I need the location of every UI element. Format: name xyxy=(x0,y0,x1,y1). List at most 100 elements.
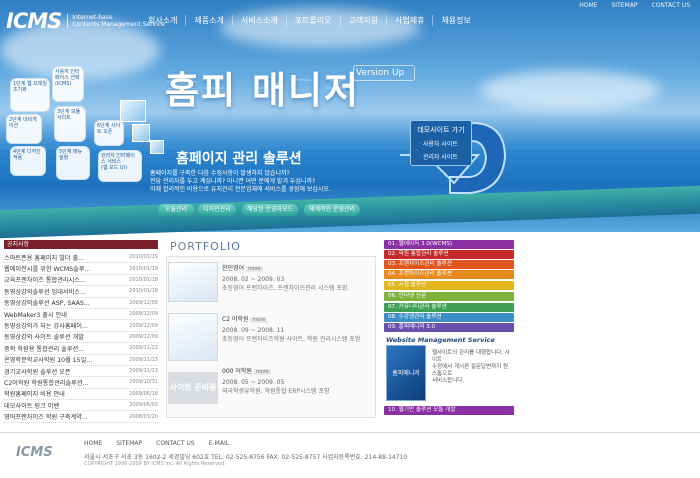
solution-menu-item[interactable]: 01. 웹에이저 3.0(WCMS) xyxy=(384,240,514,249)
demo-user-site-link[interactable]: 사용자 사이트 xyxy=(419,139,471,148)
solution-menu-item[interactable]: 05. 시험 솔루션 xyxy=(384,281,514,290)
tile-label: 2단계 내비게이션 xyxy=(9,117,37,129)
notice-date: 2009/11/22 xyxy=(129,345,158,352)
portfolio-thumbnail[interactable] xyxy=(168,313,218,361)
notice-date: 2010/01/19 xyxy=(129,254,158,261)
notice-row[interactable]: C2어학원 학원통합관리솔루션... 2009/10/31 xyxy=(4,377,158,389)
nav-item-partnership[interactable]: 사업제휴 xyxy=(385,15,432,26)
notice-title[interactable]: 스마트폰용 홈페이지 빌더 출... xyxy=(4,253,116,262)
wms-product-box[interactable]: 홈피매니저 xyxy=(386,345,426,401)
notice-title[interactable]: 데모사이트 링크 이벤 xyxy=(4,401,116,410)
solution-menu-item[interactable]: 06. 인터넷 신문 xyxy=(384,292,514,301)
portfolio-item-period: 2008. 02 ~ 2009. 03 xyxy=(222,276,285,283)
cloud xyxy=(220,8,420,48)
solution-menu-item[interactable]: 02. 학원 통합관리 솔루션 xyxy=(384,250,514,259)
notice-row[interactable]: 데모사이트 링크 이벤 2009/06/02 xyxy=(4,400,158,412)
notice-title[interactable]: 동영상강의솔루션 ASP, SAAS... xyxy=(4,298,116,307)
notice-title[interactable]: 학원홈페이지 비용 안내 xyxy=(4,389,116,398)
more-badge[interactable]: more xyxy=(246,266,263,272)
portfolio-item-name[interactable]: C2 어학원 xyxy=(222,316,248,323)
portfolio-title-b: FOLIO xyxy=(202,240,241,253)
step-tile: 3단계 모듈 사이트 xyxy=(54,106,86,142)
notice-row[interactable]: 웹에이전시를 위한 WCMS솔루... 2010/01/19 xyxy=(4,263,158,275)
notice-title[interactable]: 동영상강의가 되는 강사홈페이... xyxy=(4,321,116,330)
notice-title[interactable]: 중학 학원용 통합관리 솔루션... xyxy=(4,344,116,353)
notice-row[interactable]: WebMaker3 출시 안내 2009/12/09 xyxy=(4,309,158,321)
solution-menu-item[interactable]: 03. 프랜차이즈관리 솔루션 xyxy=(384,260,514,269)
notice-row[interactable]: 동영상강의가 되는 강사홈페이... 2009/12/09 xyxy=(4,320,158,332)
notice-date: 2009/11/13 xyxy=(129,368,158,375)
notice-row[interactable]: 동영상강의솔루션 입대서비스... 2010/01/18 xyxy=(4,286,158,298)
step-tile: 6단계 사이트 오픈 xyxy=(94,120,124,146)
notice-title[interactable]: 동영상강의솔루션 입대서비스... xyxy=(4,287,116,296)
logo-mark: ICMS xyxy=(6,9,62,33)
feature-pill: 모듈관리 xyxy=(158,204,194,216)
notice-title[interactable]: 영어프랜차이즈 학원 구축계약... xyxy=(4,412,116,421)
tile-label: (웹 모드 UI) xyxy=(101,165,128,171)
more-badge[interactable]: more xyxy=(253,369,271,375)
footer-link-email[interactable]: E-MAIL xyxy=(209,440,229,447)
notice-date: 2009/12/09 xyxy=(129,333,158,340)
wms-desc-line: 웹사이트의 관리를 대행합니다. 사이트 xyxy=(432,350,510,363)
footer-link-contact[interactable]: CONTACT US xyxy=(156,440,195,447)
portfolio-title: PORTFOLIO xyxy=(170,240,241,253)
notice-date: 2008/03/20 xyxy=(129,413,158,420)
cube-decoration xyxy=(150,140,164,154)
notice-row[interactable]: 온영학문학교사학원 10월 15일... 2009/11/13 xyxy=(4,355,158,366)
notice-row[interactable]: 스마트폰용 홈페이지 빌더 출... 2010/01/19 xyxy=(4,252,158,264)
top-link-contact[interactable]: CONTACT US xyxy=(651,2,690,9)
notice-date: 2009/12/09 xyxy=(129,322,158,329)
step-tile: 5단계 메뉴 설정 xyxy=(56,146,90,180)
footer-link-home[interactable]: HOME xyxy=(84,440,102,447)
notice-date: 2009/06/18 xyxy=(129,390,158,397)
notice-row[interactable]: 동영상강의 사이트 솔루션 개발 2009/12/09 xyxy=(4,332,158,344)
notice-row[interactable]: 경기교사학원 솔루션 오픈 2009/11/13 xyxy=(4,366,158,378)
solution-menu-item[interactable]: 09. 홈피매니저 3.0 xyxy=(384,323,514,332)
step-tile: 관리자 인터페이스 서비스 (웹 모드 UI) xyxy=(98,150,142,182)
portfolio-item-name[interactable]: 한인영어 xyxy=(222,265,244,272)
footer-link-sitemap[interactable]: SITEMAP xyxy=(116,440,142,447)
nav-item-careers[interactable]: 채용정보 xyxy=(432,15,478,26)
solution-menu-item[interactable]: 07. 커뮤니티관리 솔루션 xyxy=(384,303,514,312)
solution-menu-item[interactable]: 08. 수강생관리 솔루션 xyxy=(384,313,514,322)
notice-row[interactable]: 영어프랜차이즈 학원 구축계약... 2008/03/20 xyxy=(4,411,158,423)
notice-title[interactable]: 웹에이전시를 위한 WCMS솔루... xyxy=(4,264,116,273)
notice-row[interactable]: 중학 학원용 통합관리 솔루션... 2009/11/22 xyxy=(4,343,158,355)
portfolio-item: C2 어학원 more 2008. 09 ~ 2008. 11 초등영어 프랜차… xyxy=(222,314,372,343)
notice-title[interactable]: 교육프랜차이즈 통합관리시스... xyxy=(4,275,116,284)
solution-menu-item[interactable]: 04. 프랜차이즈관리 솔루션 xyxy=(384,270,514,279)
footer-copyright: COPYRIGHT 1996-2009 BY ICMS Inc. All Rig… xyxy=(84,461,226,467)
notice-title[interactable]: C2어학원 학원통합관리솔루션... xyxy=(4,378,116,387)
nav-item-services[interactable]: 서비스소개 xyxy=(231,15,286,26)
top-link-home[interactable]: HOME xyxy=(579,2,597,9)
nav-item-products[interactable]: 제품소개 xyxy=(185,15,231,26)
notice-title[interactable]: WebMaker3 출시 안내 xyxy=(4,310,116,319)
hero-desc-line: 이제 합리적인 비용으로 유지관리 전문업체에 서비스를 경험해 보십시오. xyxy=(150,186,331,193)
wms-title: Website Management Service xyxy=(386,336,495,344)
step-tile: 4단계 디자인 적용 xyxy=(10,146,46,176)
notice-row[interactable]: 동영상강의솔루션 ASP, SAAS... 2009/12/09 xyxy=(4,298,158,309)
footer-links: HOME SITEMAP CONTACT US E-MAIL xyxy=(84,440,229,447)
footer-address: 서울시 서초구 서초 3동 1602-2 세경빌딩 602호 TEL: 02-5… xyxy=(84,454,408,461)
notice-title[interactable]: 온영학문학교사학원 10월 15일... xyxy=(4,355,116,364)
notice-title[interactable]: 동영상강의 사이트 솔루션 개발 xyxy=(4,332,116,341)
hero-description: 홈페이지를 구축한 다음 수정사항이 발생하지 않습니까? 전담 관리자를 두고… xyxy=(150,170,390,194)
top-links: HOME SITEMAP CONTACT US xyxy=(579,2,690,9)
portfolio-item-name[interactable]: 000 어학원 xyxy=(222,368,252,375)
nav-item-support[interactable]: 고객지원 xyxy=(339,15,386,26)
notice-row[interactable]: 교육프랜차이즈 통합관리시스... 2010/01/18 xyxy=(4,275,158,287)
solution-menu-item[interactable]: 10. 웹기반 솔루션 모듈 개발 xyxy=(384,406,514,415)
portfolio-thumbnail[interactable] xyxy=(168,262,218,302)
portfolio-item-desc: 초등영어 프랜차이즈학원 사이트, 학원 관리시스템 포함 xyxy=(222,336,361,343)
step-tile: 사용자 인터페이스 선택 (ICMS) xyxy=(52,66,84,102)
portfolio-item-period: 2008. 05 ~ 2009. 05 xyxy=(222,379,285,386)
notice-date: 2009/12/09 xyxy=(129,299,158,306)
notice-title[interactable]: 경기교사학원 솔루션 오픈 xyxy=(4,367,116,376)
top-link-sitemap[interactable]: SITEMAP xyxy=(612,2,638,9)
nav-item-portfolio[interactable]: 포트폴리오 xyxy=(285,15,340,26)
logo-sub-line: Internet-base xyxy=(72,14,113,21)
nav-item-company[interactable]: 회사소개 xyxy=(140,15,185,26)
notice-row[interactable]: 학원홈페이지 비용 안내 2009/06/18 xyxy=(4,389,158,401)
demo-admin-site-link[interactable]: 관리자 사이트 xyxy=(419,152,471,161)
more-badge[interactable]: more xyxy=(250,317,268,323)
